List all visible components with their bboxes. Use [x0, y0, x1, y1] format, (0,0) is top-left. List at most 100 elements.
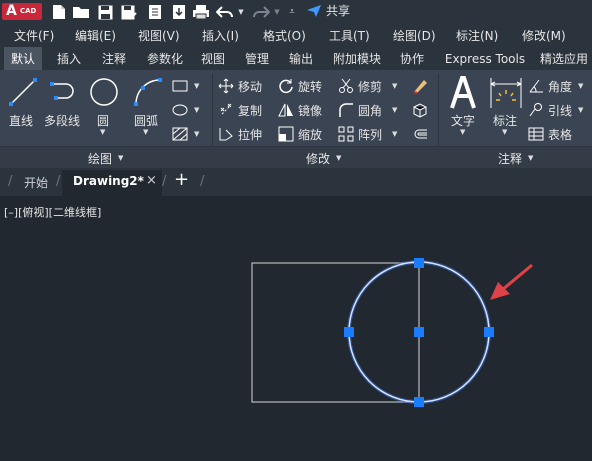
- table-tool[interactable]: 表格: [528, 124, 572, 144]
- move-icon: [218, 78, 234, 94]
- tab-manage[interactable]: 管理: [240, 47, 274, 71]
- save-icon[interactable]: [96, 3, 114, 21]
- tab-parametric[interactable]: 参数化: [140, 47, 190, 71]
- angle-icon: [529, 79, 543, 93]
- import-icon[interactable]: [170, 3, 188, 21]
- chevron-down-icon[interactable]: ▼: [194, 82, 199, 90]
- tab-output[interactable]: 输出: [284, 47, 318, 71]
- tab-featured-apps[interactable]: 精选应用: [540, 47, 592, 71]
- redo-icon[interactable]: [252, 3, 270, 21]
- chevron-down-icon[interactable]: ▼: [578, 106, 583, 114]
- draw-panel-title[interactable]: 绘图: [88, 150, 112, 167]
- menu-draw[interactable]: 绘图(D): [393, 27, 436, 44]
- tab-start[interactable]: 开始: [24, 174, 48, 191]
- chevron-down-icon[interactable]: ▼: [528, 154, 533, 162]
- tab-express-tools[interactable]: Express Tools: [440, 47, 530, 71]
- trim-tool[interactable]: 修剪 ▼: [338, 76, 397, 96]
- send-icon: [307, 4, 321, 17]
- tab-addins[interactable]: 附加模块: [328, 47, 386, 71]
- grip-right[interactable]: [484, 327, 494, 337]
- text-icon[interactable]: [446, 74, 480, 110]
- arc-tool-label[interactable]: 圆弧: [134, 112, 158, 129]
- scale-label: 缩放: [298, 127, 323, 142]
- save-as-icon[interactable]: [120, 3, 138, 21]
- add-tab-icon[interactable]: +: [174, 169, 189, 190]
- chevron-down-icon[interactable]: ▼: [392, 82, 397, 90]
- dimension-tool-label[interactable]: 标注: [493, 112, 517, 129]
- polyline-icon[interactable]: [48, 76, 80, 108]
- mirror-tool[interactable]: 镜像: [278, 100, 322, 120]
- chevron-down-icon[interactable]: ▼: [392, 106, 397, 114]
- share-label: 共享: [326, 4, 351, 18]
- rotate-tool[interactable]: 旋转: [278, 76, 322, 96]
- move-tool[interactable]: 移动: [218, 76, 262, 96]
- chevron-down-icon[interactable]: ▼: [236, 3, 246, 21]
- menu-file[interactable]: 文件(F): [14, 27, 54, 44]
- menu-insert[interactable]: 插入(I): [202, 27, 239, 44]
- annotation-panel-title[interactable]: 注释: [498, 150, 522, 167]
- chevron-down-icon[interactable]: ▼: [118, 154, 123, 162]
- share-button[interactable]: 共享: [306, 2, 350, 19]
- offset-icon[interactable]: [412, 126, 428, 146]
- grip-top[interactable]: [414, 258, 424, 268]
- app-logo[interactable]: A CAD: [2, 3, 42, 20]
- arc-icon[interactable]: [132, 76, 164, 108]
- leader-tool[interactable]: 引线 ▼: [528, 100, 583, 120]
- menu-view[interactable]: 视图(V): [138, 27, 180, 44]
- tab-collaborate[interactable]: 协作: [393, 47, 431, 71]
- drawing-area[interactable]: [0, 196, 592, 461]
- stretch-tool[interactable]: 拉伸: [218, 124, 262, 144]
- fillet-label: 圆角: [358, 103, 383, 118]
- customize-icon[interactable]: ⩡: [286, 3, 298, 21]
- open-folder-icon[interactable]: [72, 3, 90, 21]
- chevron-down-icon[interactable]: ▼: [194, 106, 199, 114]
- chevron-down-icon[interactable]: ▼: [502, 128, 507, 136]
- rectangle-shape[interactable]: [251, 262, 419, 403]
- menu-modify[interactable]: 修改(M): [522, 27, 566, 44]
- menu-format[interactable]: 格式(O): [263, 27, 306, 44]
- grip-left[interactable]: [344, 327, 354, 337]
- new-file-icon[interactable]: [50, 3, 68, 21]
- line-icon[interactable]: [8, 76, 38, 108]
- chevron-down-icon[interactable]: ▼: [578, 82, 583, 90]
- tab-drawing2-label: Drawing2*: [73, 174, 144, 188]
- menu-dimension[interactable]: 标注(N): [456, 27, 498, 44]
- chevron-down-icon[interactable]: ▼: [194, 130, 199, 138]
- menu-tools[interactable]: 工具(T): [329, 27, 370, 44]
- explode-icon[interactable]: [412, 102, 428, 122]
- hatch-icon[interactable]: [172, 102, 188, 121]
- menu-edit[interactable]: 编辑(E): [75, 27, 116, 44]
- close-icon[interactable]: ×: [146, 173, 157, 188]
- tab-annotate[interactable]: 注释: [95, 47, 133, 71]
- tab-default[interactable]: 默认: [4, 47, 42, 71]
- scale-tool[interactable]: 缩放: [278, 124, 322, 144]
- chevron-down-icon[interactable]: ▼: [143, 128, 148, 136]
- line-tool-label[interactable]: 直线: [9, 112, 33, 129]
- text-tool-label[interactable]: 文字: [451, 112, 475, 129]
- modify-panel-title[interactable]: 修改: [306, 150, 330, 167]
- rectangle-icon[interactable]: [172, 78, 188, 97]
- publish-icon[interactable]: [146, 3, 164, 21]
- grip-center[interactable]: [414, 327, 424, 337]
- circle-tool-label[interactable]: 圆: [97, 112, 109, 129]
- chevron-down-icon[interactable]: ▼: [272, 3, 282, 21]
- fillet-tool[interactable]: 圆角 ▼: [338, 100, 397, 120]
- undo-icon[interactable]: [216, 3, 234, 21]
- polyline-tool-label[interactable]: 多段线: [44, 112, 80, 129]
- array-tool[interactable]: 阵列 ▼: [338, 124, 397, 144]
- print-icon[interactable]: [192, 3, 210, 21]
- chevron-down-icon[interactable]: ▼: [336, 154, 341, 162]
- tab-view[interactable]: 视图: [196, 47, 230, 71]
- circle-icon[interactable]: [88, 76, 120, 108]
- tab-insert[interactable]: 插入: [50, 47, 88, 71]
- boundary-icon[interactable]: [172, 126, 188, 145]
- dimension-icon[interactable]: [488, 74, 524, 110]
- grip-bottom[interactable]: [414, 397, 424, 407]
- chevron-down-icon[interactable]: ▼: [460, 128, 465, 136]
- chevron-down-icon[interactable]: ▼: [392, 130, 397, 138]
- tab-separator: /: [162, 174, 167, 189]
- copy-tool[interactable]: 复制: [218, 100, 262, 120]
- angle-tool[interactable]: 角度 ▼: [528, 76, 583, 96]
- erase-icon[interactable]: [412, 78, 428, 98]
- chevron-down-icon[interactable]: ▼: [100, 128, 105, 136]
